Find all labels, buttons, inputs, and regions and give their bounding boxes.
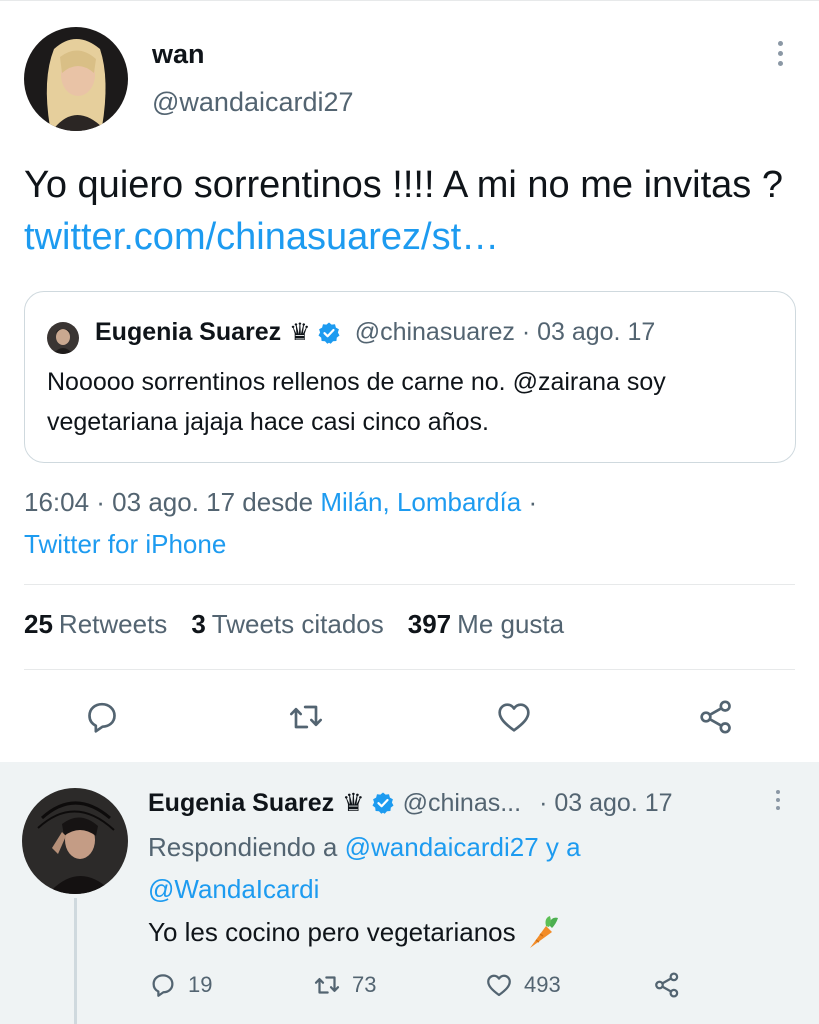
more-icon[interactable] [772, 790, 784, 820]
main-tweet: wan @wandaicardi27 Yo quiero sorrentinos… [0, 0, 819, 762]
reply-count: 19 [188, 972, 213, 997]
mention-link[interactable]: @WandaIcardi [148, 874, 319, 904]
author-name[interactable]: wan [152, 39, 205, 70]
reply-author-handle[interactable]: @chinas... [403, 789, 521, 818]
quoted-tweet-card[interactable]: Eugenia Suarez ♛ @chinasuarez · 03 ago. … [24, 291, 796, 463]
like-icon[interactable] [494, 697, 534, 737]
tweet-stats: 25 Retweets 3 Tweets citados 397 Me gusta [24, 609, 564, 640]
share-icon[interactable] [652, 970, 682, 1000]
quoted-text: Nooooo sorrentinos rellenos de carne no.… [47, 368, 666, 436]
crown-emoji: ♛ [342, 789, 365, 817]
retweet-icon[interactable] [312, 970, 342, 1000]
replying-to: Respondiendo a @wandaicardi27 y a @Wanda… [148, 826, 768, 910]
reply-header: Eugenia Suarez ♛ @chinas... · 03 ago. 17 [148, 788, 673, 818]
source-link[interactable]: Twitter for iPhone [24, 529, 226, 559]
thread-line [74, 898, 77, 1024]
timestamp[interactable]: 16:04 · 03 ago. 17 desde [24, 487, 320, 517]
quoted-header: Eugenia Suarez ♛ @chinasuarez · 03 ago. … [95, 318, 655, 347]
retweets-stat[interactable]: 25 Retweets [24, 609, 167, 640]
tweet-text: Yo quiero sorrentinos !!!! A mi no me in… [24, 159, 794, 263]
replying-conjunction: y a [538, 832, 581, 862]
retweets-label: Retweets [58, 609, 168, 639]
like-count: 493 [524, 972, 561, 997]
author-avatar[interactable] [24, 27, 128, 131]
reply-author-name[interactable]: Eugenia Suarez [148, 789, 334, 818]
crown-emoji: ♛ [289, 319, 311, 346]
retweets-count: 25 [24, 609, 53, 639]
mention-link[interactable]: @wandaicardi27 [345, 832, 539, 862]
reply-action[interactable]: 19 [148, 970, 212, 1000]
like-action[interactable]: 493 [484, 970, 561, 1000]
retweet-action[interactable]: 73 [312, 970, 376, 1000]
reply-icon[interactable] [148, 970, 178, 1000]
likes-stat[interactable]: 397 Me gusta [408, 609, 564, 640]
more-icon[interactable] [770, 41, 790, 75]
retweet-count: 73 [352, 972, 377, 997]
verified-icon [372, 792, 394, 814]
divider [24, 669, 795, 670]
author-handle[interactable]: @wandaicardi27 [152, 87, 354, 118]
reply-body: Yo les cocino pero vegetarianos [148, 916, 516, 947]
share-icon[interactable] [696, 697, 736, 737]
quotes-label: Tweets citados [211, 609, 384, 639]
carrot-emoji [529, 916, 558, 948]
reply-date[interactable]: · 03 ago. 17 [539, 789, 672, 818]
quoted-meta: @chinasuarez · 03 ago. 17 [354, 318, 656, 346]
likes-count: 397 [407, 609, 452, 639]
verified-icon [318, 322, 340, 344]
location-link[interactable]: Milán, Lombardía [320, 487, 521, 517]
likes-label: Me gusta [457, 609, 565, 639]
retweet-icon[interactable] [286, 697, 326, 737]
share-action[interactable] [652, 970, 682, 1000]
quoted-author-avatar [47, 322, 79, 354]
tweet-body: Yo quiero sorrentinos !!!! A mi no me in… [24, 164, 783, 206]
reply-icon[interactable] [82, 697, 122, 737]
tweet-link[interactable]: twitter.com/chinasuarez/st… [24, 216, 499, 258]
replying-prefix: Respondiendo a [148, 832, 345, 862]
divider [24, 584, 795, 585]
reply-text: Yo les cocino pero vegetarianos [148, 912, 562, 952]
tweet-metadata: 16:04 · 03 ago. 17 desde Milán, Lombardí… [24, 481, 794, 565]
meta-separator: · [521, 487, 538, 517]
reply-tweet[interactable]: Eugenia Suarez ♛ @chinas... · 03 ago. 17… [0, 762, 819, 1024]
quotes-stat[interactable]: 3 Tweets citados [191, 609, 383, 640]
reply-author-avatar[interactable] [22, 788, 128, 894]
like-icon[interactable] [484, 970, 514, 1000]
quotes-count: 3 [191, 609, 206, 639]
quoted-author-name: Eugenia Suarez [95, 318, 282, 346]
